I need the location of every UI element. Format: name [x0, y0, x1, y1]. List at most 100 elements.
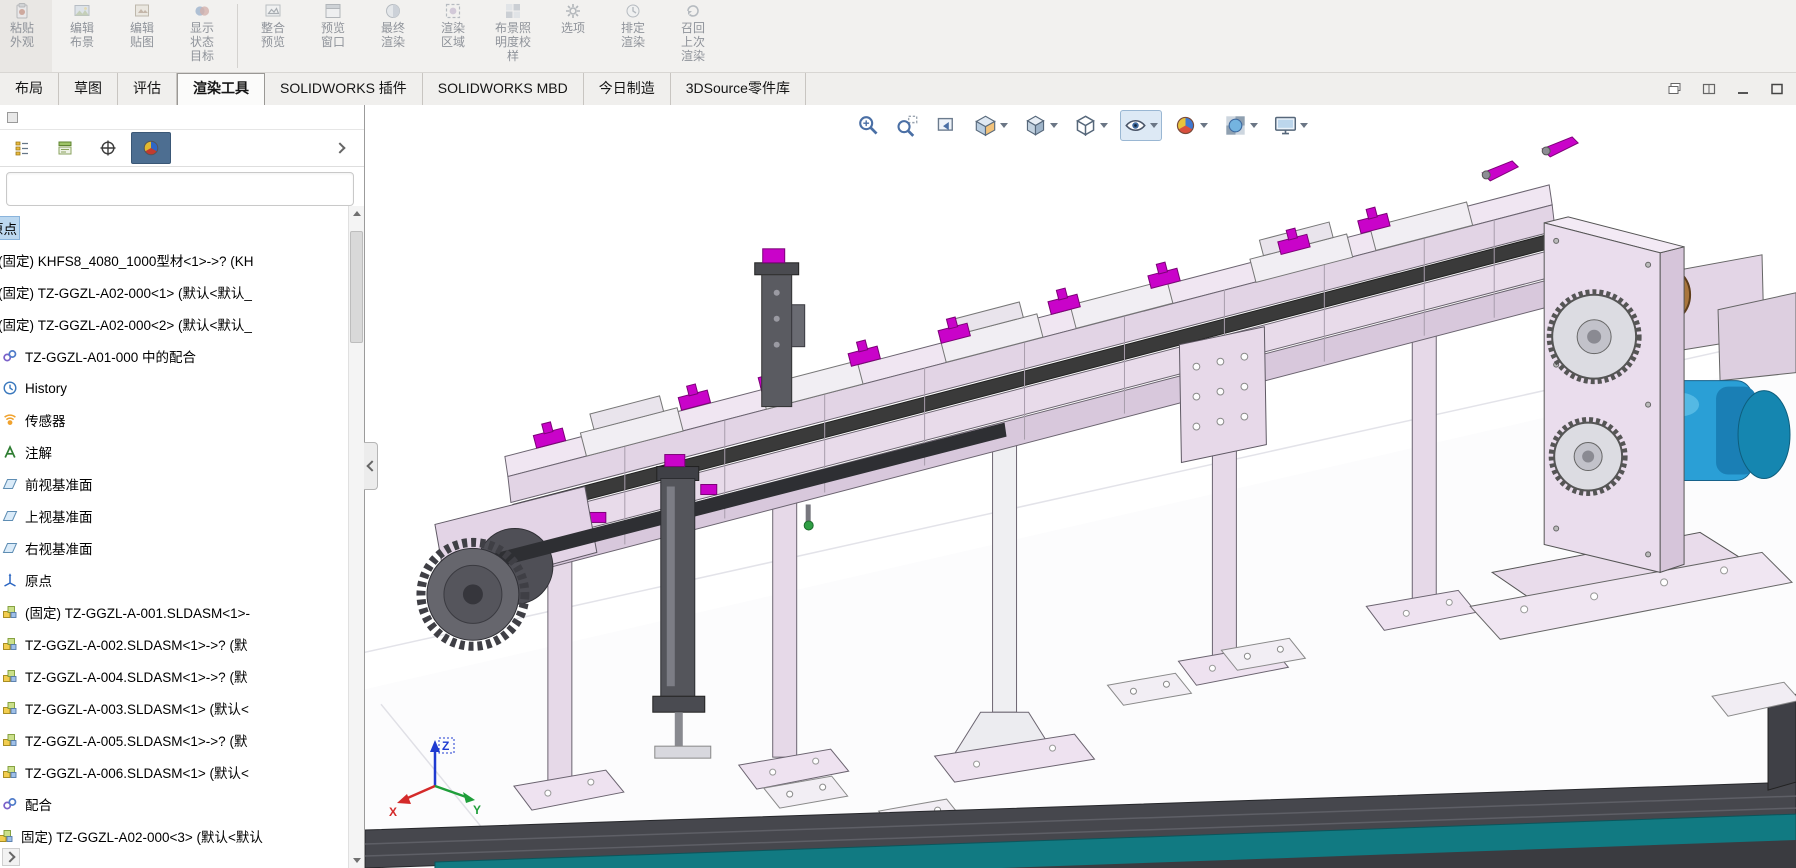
dropdown-arrow-icon[interactable] — [1250, 123, 1258, 128]
ribbon-button-final-render[interactable]: 最终 渲染 — [363, 0, 423, 72]
float-document-button[interactable] — [1664, 79, 1686, 99]
chevron-right-icon — [334, 142, 346, 154]
tree-item[interactable]: (固定) KHFS8_4080_1000型材<1>->? (KH — [0, 244, 364, 276]
apply-scene-icon — [1224, 114, 1247, 137]
minimize-button[interactable] — [1732, 79, 1754, 99]
view-tool-view-orientation[interactable] — [1020, 110, 1062, 141]
plane-icon — [2, 476, 18, 492]
tree-hscroll-right-button[interactable] — [2, 848, 20, 866]
ribbon-button-integrated-preview[interactable]: 整合 预览 — [243, 0, 303, 72]
panel-tab-property-manager[interactable] — [45, 132, 85, 164]
tree-item[interactable]: 注解 — [0, 436, 364, 468]
tree-item-label: (固定) TZ-GGZL-A02-000<1> (默认<默认_ — [0, 286, 252, 301]
maximize-button[interactable] — [1766, 79, 1788, 99]
ribbon-button-edit-decal[interactable]: 编辑 贴图 — [112, 0, 172, 72]
tree-item-label: 配合 — [25, 798, 52, 813]
panel-tab-configuration-manager[interactable] — [88, 132, 128, 164]
tree-item[interactable]: (固定) TZ-GGZL-A-001.SLDASM<1>- — [0, 596, 364, 628]
restore-document-button[interactable] — [1698, 79, 1720, 99]
tree-item[interactable]: TZ-GGZL-A-006.SLDASM<1> (默认< — [0, 756, 364, 788]
tree-item[interactable]: 前视基准面 — [0, 468, 364, 500]
tree-item-label: TZ-GGZL-A-006.SLDASM<1> (默认< — [25, 766, 249, 781]
ribbon-button-preview-window[interactable]: 预览 窗口 — [303, 0, 363, 72]
tree-item[interactable]: History — [0, 372, 364, 404]
dropdown-arrow-icon[interactable] — [1300, 123, 1308, 128]
tab-sketch[interactable]: 草图 — [59, 73, 118, 105]
view-tool-zoom-area[interactable] — [892, 110, 923, 141]
tab-3dsource-parts[interactable]: 3DSource零件库 — [671, 73, 806, 105]
proof-sheet-icon — [504, 2, 522, 20]
ribbon-button-label: 渲染 区域 — [440, 21, 465, 49]
dropdown-arrow-icon[interactable] — [1000, 123, 1008, 128]
panel-splitter[interactable] — [364, 442, 378, 490]
triad-y-label: Y — [473, 803, 481, 817]
scroll-down-arrow-icon[interactable] — [349, 853, 364, 868]
tree-item[interactable]: 上视基准面 — [0, 500, 364, 532]
graphics-viewport[interactable]: Z X Y — [365, 105, 1796, 868]
dropdown-arrow-icon[interactable] — [1150, 123, 1158, 128]
ribbon-button-scene-illumination-proof[interactable]: 布景照 明度校样 — [483, 0, 543, 72]
view-settings-icon — [1274, 114, 1297, 137]
tree-filter-input[interactable] — [6, 172, 354, 206]
view-tool-section-view[interactable] — [970, 110, 1012, 141]
ribbon-button-render-region[interactable]: 渲染 区域 — [423, 0, 483, 72]
tree-item[interactable]: 固定) TZ-GGZL-A02-000<3> (默认<默认 — [0, 820, 364, 852]
tab-solidworks-addins[interactable]: SOLIDWORKS 插件 — [265, 73, 423, 105]
previous-view-icon — [935, 114, 958, 137]
tree-item[interactable]: (固定) TZ-GGZL-A02-000<1> (默认<默认_ — [0, 276, 364, 308]
view-tool-previous-view[interactable] — [931, 110, 962, 141]
tree-item-label: TZ-GGZL-A-004.SLDASM<1>->? (默 — [25, 670, 248, 685]
tree-item-label: 原点 — [0, 216, 20, 240]
dropdown-arrow-icon[interactable] — [1050, 123, 1058, 128]
view-tool-apply-scene[interactable] — [1220, 110, 1262, 141]
feature-panel: 原点 (固定) KHFS8_4080_1000型材<1>->? (KH (固定) T… — [0, 105, 365, 868]
view-tool-zoom-fit[interactable] — [853, 110, 884, 141]
ribbon-button-display-state-target[interactable]: 显示 状态 目标 — [172, 0, 232, 72]
feature-tree: 原点 (固定) KHFS8_4080_1000型材<1>->? (KH (固定) T… — [0, 210, 364, 852]
tree-item[interactable]: TZ-GGZL-A-004.SLDASM<1>->? (默 — [0, 660, 364, 692]
vertical-actuator[interactable] — [652, 454, 712, 759]
tab-render-tools[interactable]: 渲染工具 — [177, 73, 265, 105]
history-icon — [2, 380, 18, 396]
ribbon-button-recall-last-render[interactable]: 召回 上次 渲染 — [663, 0, 723, 72]
dropdown-arrow-icon[interactable] — [1100, 123, 1108, 128]
ribbon-button-schedule-render[interactable]: 排定 渲染 — [603, 0, 663, 72]
view-tool-display-style[interactable] — [1070, 110, 1112, 141]
tree-item[interactable]: 配合 — [0, 788, 364, 820]
panel-scrollbar[interactable] — [348, 206, 364, 868]
scroll-up-arrow-icon[interactable] — [349, 206, 364, 221]
ribbon-button-paste-appearance[interactable]: 粘贴 外观 — [0, 0, 52, 72]
tab-solidworks-mbd[interactable]: SOLIDWORKS MBD — [423, 73, 584, 105]
tree-item[interactable]: TZ-GGZL-A-002.SLDASM<1>->? (默 — [0, 628, 364, 660]
ribbon-button-label: 显示 状态 目标 — [189, 21, 214, 63]
tree-item-label: (固定) KHFS8_4080_1000型材<1>->? (KH — [0, 254, 254, 269]
orientation-triad: Z X Y — [389, 737, 481, 819]
view-tool-edit-appearance[interactable] — [1170, 110, 1212, 141]
machine-model[interactable] — [365, 105, 1796, 868]
tab-evaluate[interactable]: 评估 — [118, 73, 177, 105]
tree-item[interactable]: TZ-GGZL-A-005.SLDASM<1>->? (默 — [0, 724, 364, 756]
view-tool-hide-show-items[interactable] — [1120, 110, 1162, 141]
tree-item[interactable]: TZ-GGZL-A-003.SLDASM<1> (默认< — [0, 692, 364, 724]
ribbon-button-edit-scene[interactable]: 编辑 布景 — [52, 0, 112, 72]
tree-item[interactable]: 原点 — [0, 564, 364, 596]
tree-item[interactable]: 右视基准面 — [0, 532, 364, 564]
panel-expand-chevron[interactable] — [334, 135, 348, 161]
tab-today-manufacturing[interactable]: 今日制造 — [584, 73, 671, 105]
dropdown-arrow-icon[interactable] — [1200, 123, 1208, 128]
plane-icon — [2, 508, 18, 524]
view-tool-view-settings[interactable] — [1270, 110, 1312, 141]
tree-item[interactable]: 传感器 — [0, 404, 364, 436]
scroll-thumb[interactable] — [350, 231, 363, 343]
tree-item[interactable]: (固定) TZ-GGZL-A02-000<2> (默认<默认_ — [0, 308, 364, 340]
mounting-plate[interactable] — [1178, 326, 1267, 464]
panel-tab-feature-manager[interactable] — [2, 132, 42, 164]
tree-item[interactable]: TZ-GGZL-A01-000 中的配合 — [0, 340, 364, 372]
panel-tab-display-manager[interactable] — [131, 132, 171, 164]
configuration-manager-icon — [99, 139, 117, 157]
preview-window-icon — [324, 2, 342, 20]
tab-layout[interactable]: 布局 — [0, 73, 59, 105]
sensor-tip[interactable] — [803, 504, 814, 531]
tree-item[interactable]: 原点 — [0, 212, 364, 244]
ribbon-button-options[interactable]: 选项 — [543, 0, 603, 72]
